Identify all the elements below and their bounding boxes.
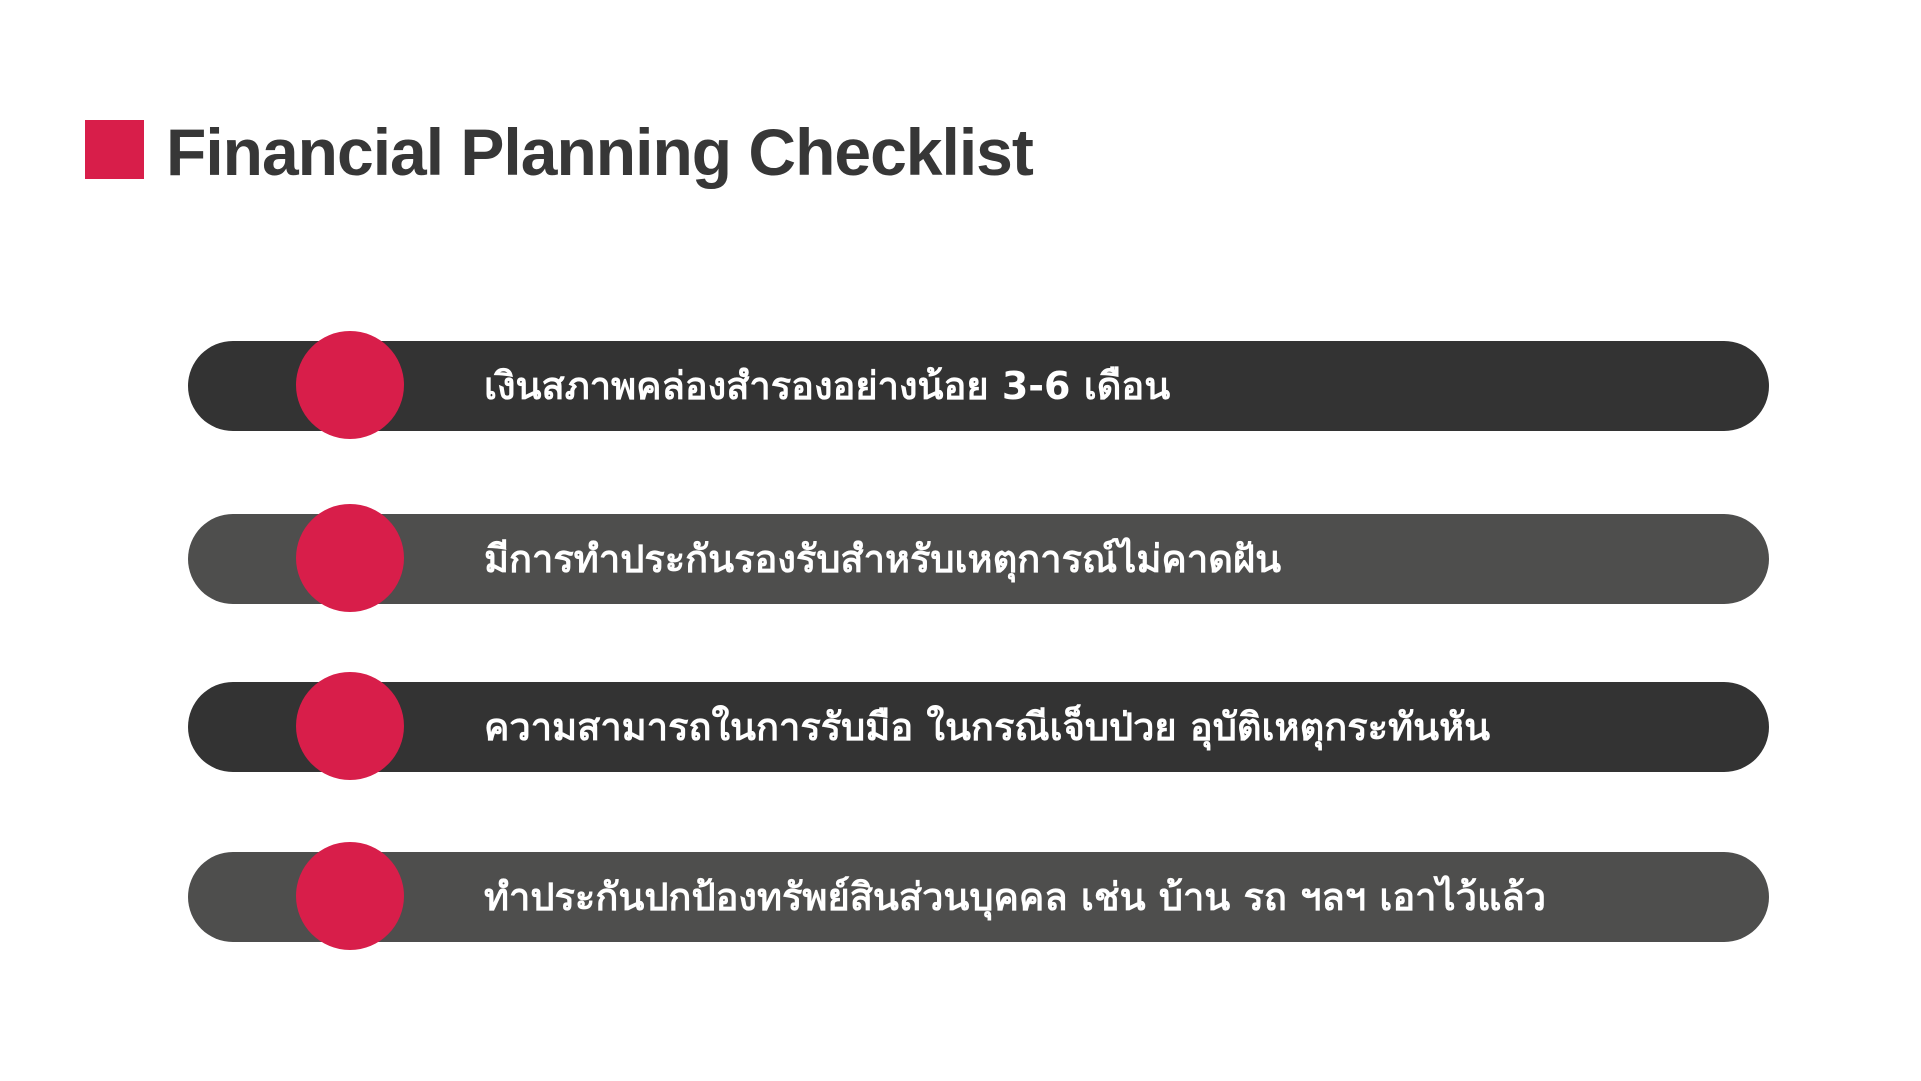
bullet-circle-icon	[296, 672, 404, 780]
checklist-item-label: เงินสภาพคล่องสำรองอย่างน้อย 3-6 เดือน	[484, 364, 1171, 408]
checklist-item-label: ความสามารถในการรับมือ ในกรณีเจ็บป่วย อุบ…	[484, 705, 1491, 749]
checklist: เงินสภาพคล่องสำรองอย่างน้อย 3-6 เดือน มี…	[0, 0, 1921, 1081]
checklist-item-3: ความสามารถในการรับมือ ในกรณีเจ็บป่วย อุบ…	[188, 672, 1769, 780]
bullet-circle-icon	[296, 504, 404, 612]
checklist-item-label: มีการทำประกันรองรับสำหรับเหตุการณ์ไม่คาด…	[484, 537, 1282, 581]
checklist-item-4: ทำประกันปกป้องทรัพย์สินส่วนบุคคล เช่น บ้…	[188, 842, 1769, 950]
checklist-item-label: ทำประกันปกป้องทรัพย์สินส่วนบุคคล เช่น บ้…	[484, 875, 1547, 919]
checklist-item-1: เงินสภาพคล่องสำรองอย่างน้อย 3-6 เดือน	[188, 331, 1769, 439]
bullet-circle-icon	[296, 842, 404, 950]
checklist-item-2: มีการทำประกันรองรับสำหรับเหตุการณ์ไม่คาด…	[188, 504, 1769, 612]
bullet-circle-icon	[296, 331, 404, 439]
